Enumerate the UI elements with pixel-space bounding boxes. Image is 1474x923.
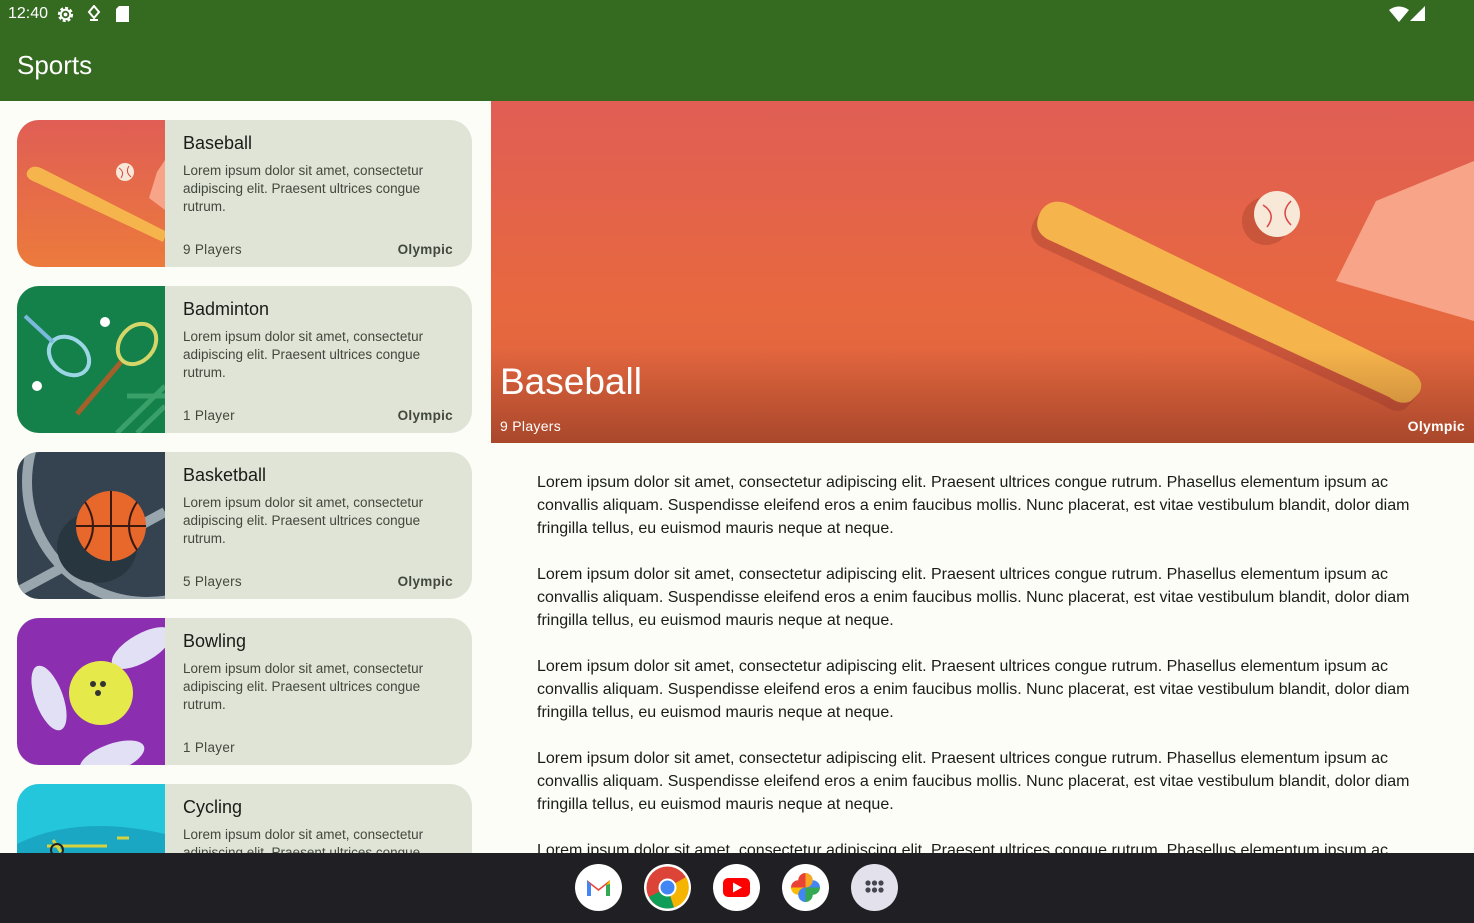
app-drawer-icon[interactable] xyxy=(851,864,898,911)
list-item-badminton[interactable]: Badminton Lorem ipsum dolor sit amet, co… xyxy=(17,286,472,433)
card-description: Lorem ipsum dolor sit amet, consectetur … xyxy=(183,163,424,214)
description-paragraph: Lorem ipsum dolor sit amet, consectetur … xyxy=(537,750,1410,813)
photos-icon[interactable] xyxy=(782,864,829,911)
settings-icon xyxy=(56,5,75,29)
description-paragraph: Lorem ipsum dolor sit amet, consectetur … xyxy=(537,474,1410,537)
list-item-bowling[interactable]: Bowling Lorem ipsum dolor sit amet, cons… xyxy=(17,618,472,765)
list-item-baseball[interactable]: Baseball Lorem ipsum dolor sit amet, con… xyxy=(17,120,472,267)
card-title: Bowling xyxy=(183,631,247,651)
list-item-basketball[interactable]: Basketball Lorem ipsum dolor sit amet, c… xyxy=(17,452,472,599)
card-title: Basketball xyxy=(183,465,267,485)
cycling-thumbnail xyxy=(17,784,165,853)
detail-olympic-badge: Olympic xyxy=(1407,418,1465,434)
description-paragraph: Lorem ipsum dolor sit amet, consectetur … xyxy=(537,566,1410,629)
gmail-icon[interactable] xyxy=(575,864,622,911)
sd-card-icon xyxy=(115,5,130,28)
card-description: Lorem ipsum dolor sit amet, consectetur … xyxy=(183,827,424,853)
card-players: 9 Players xyxy=(183,242,242,257)
card-description: Lorem ipsum dolor sit amet, consectetur … xyxy=(183,495,424,546)
status-time: 12:40 xyxy=(8,5,49,22)
bowling-thumbnail xyxy=(17,618,165,765)
page-title: Sports xyxy=(17,50,93,80)
olympic-badge: Olympic xyxy=(397,408,453,423)
card-description: Lorem ipsum dolor sit amet, consectetur … xyxy=(183,329,424,380)
basketball-thumbnail xyxy=(17,452,165,599)
description-paragraph: Lorem ipsum dolor sit amet, consectetur … xyxy=(537,658,1410,721)
card-title: Baseball xyxy=(183,133,253,153)
detail-players: 9 Players xyxy=(500,418,562,434)
detail-description[interactable]: Lorem ipsum dolor sit amet, consectetur … xyxy=(537,471,1432,853)
location-icon xyxy=(87,4,101,28)
sports-list[interactable]: Baseball Lorem ipsum dolor sit amet, con… xyxy=(0,101,490,853)
signal-icon xyxy=(1410,6,1425,26)
card-description: Lorem ipsum dolor sit amet, consectetur … xyxy=(183,661,424,712)
youtube-icon[interactable] xyxy=(713,864,760,911)
list-item-cycling[interactable]: Cycling Lorem ipsum dolor sit amet, cons… xyxy=(17,784,472,853)
olympic-badge: Olympic xyxy=(397,574,453,589)
app-bar: Sports xyxy=(0,28,1474,101)
card-title: Badminton xyxy=(183,299,270,319)
chrome-icon[interactable] xyxy=(644,864,691,911)
detail-hero: Baseball 9 Players Olympic xyxy=(491,101,1474,443)
badminton-thumbnail xyxy=(17,286,165,433)
status-bar: 12:40 xyxy=(0,0,1474,28)
taskbar xyxy=(0,853,1474,923)
olympic-badge: Olympic xyxy=(397,242,453,257)
card-title: Cycling xyxy=(183,797,243,817)
baseball-thumbnail xyxy=(17,120,165,267)
card-players: 1 Player xyxy=(183,740,235,755)
detail-title: Baseball xyxy=(500,361,642,402)
card-players: 1 Player xyxy=(183,408,235,423)
description-paragraph: Lorem ipsum dolor sit amet, consectetur … xyxy=(537,842,1389,853)
wifi-icon xyxy=(1389,6,1409,27)
card-players: 5 Players xyxy=(183,574,242,589)
